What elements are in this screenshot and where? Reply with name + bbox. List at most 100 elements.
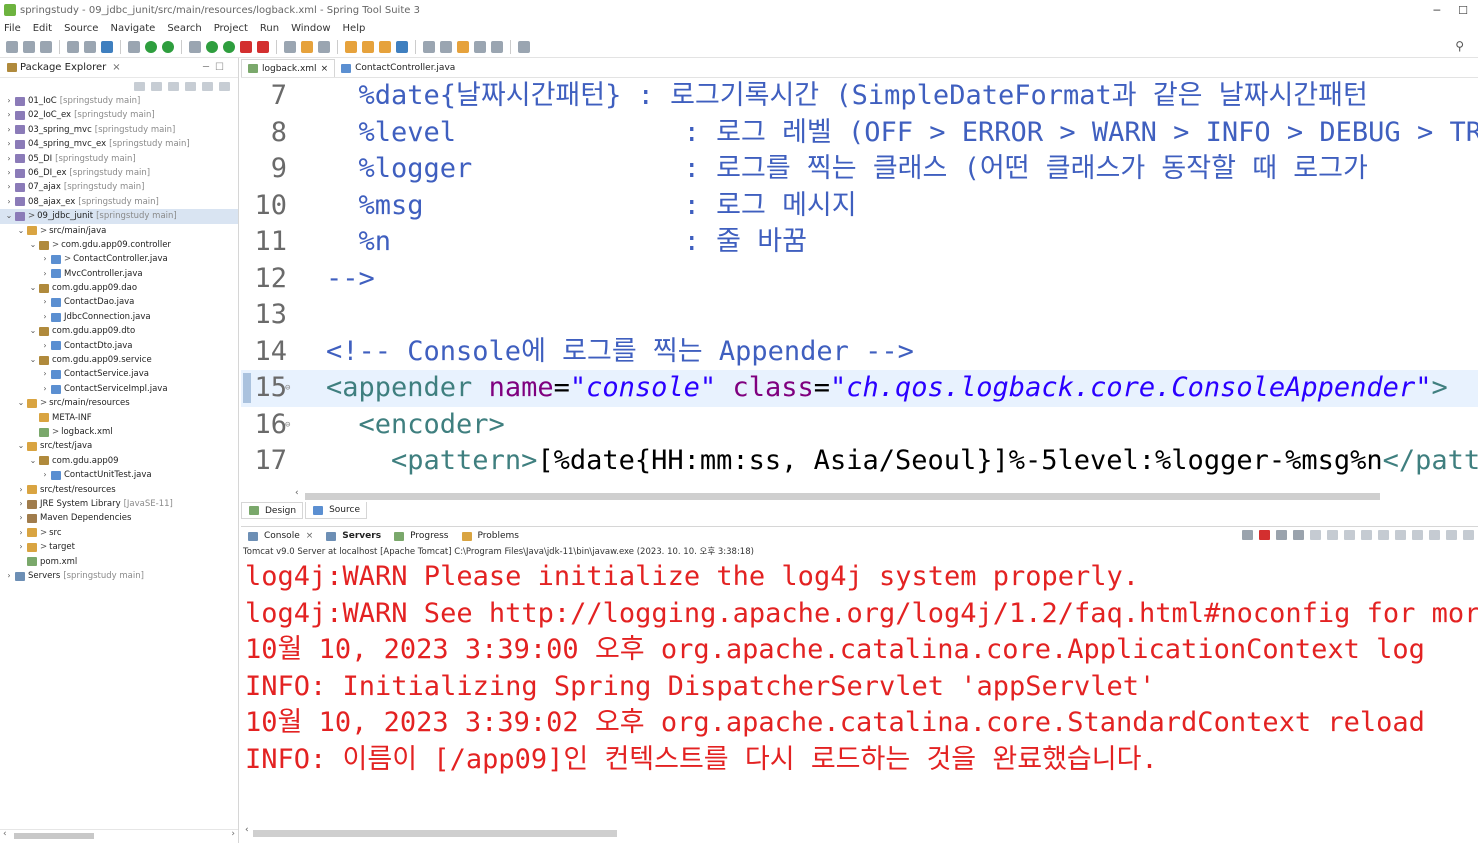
refresh-icon[interactable]	[162, 40, 174, 53]
tree-item[interactable]: › > target	[0, 540, 238, 554]
show-stderr-icon[interactable]	[1378, 530, 1389, 540]
back-icon[interactable]	[134, 81, 145, 91]
last-edit-icon[interactable]	[457, 40, 469, 53]
code-line[interactable]: 14 <!-- Console에 로그를 찍는 Appender -->	[241, 334, 1478, 371]
maximize-icon[interactable]	[1463, 530, 1474, 540]
tree-item[interactable]: META-INF	[0, 411, 238, 425]
chevron-down-icon[interactable]: ⌄	[16, 396, 26, 410]
close-icon[interactable]: ×	[321, 64, 329, 74]
fold-toggle-icon[interactable]: ⊖	[285, 370, 290, 407]
skip-breakpoints-icon[interactable]	[128, 40, 140, 53]
tree-item[interactable]: › 03_spring_mvc [springstudy main]	[0, 123, 238, 137]
chevron-down-icon[interactable]: ⌄	[28, 324, 38, 338]
tree-item[interactable]: > logback.xml	[0, 425, 238, 439]
menu-help[interactable]: Help	[343, 23, 366, 34]
tree-item[interactable]: › Servers [springstudy main]	[0, 569, 238, 583]
code-line[interactable]: 7 %date{날짜시간패턴} : 로그기록시간 (SimpleDateForm…	[241, 78, 1478, 115]
view-menu-icon[interactable]	[219, 81, 230, 91]
chevron-right-icon[interactable]: ›	[40, 267, 50, 281]
chevron-right-icon[interactable]: ›	[4, 152, 14, 166]
search-icon[interactable]: ⚲	[1455, 39, 1464, 53]
tree-item[interactable]: › MvcController.java	[0, 267, 238, 281]
tree-item[interactable]: › ContactServiceImpl.java	[0, 382, 238, 396]
console-output[interactable]: log4j:WARN Please initialize the log4j s…	[241, 559, 1478, 779]
scroll-lock-icon[interactable]	[1327, 530, 1338, 540]
new-server-icon[interactable]	[284, 40, 296, 53]
tree-item[interactable]: ⌄ com.gdu.app09.dao	[0, 281, 238, 295]
open-console-icon[interactable]	[1429, 530, 1440, 540]
tree-item[interactable]: › > ContactController.java	[0, 252, 238, 266]
remove-all-icon[interactable]	[1293, 530, 1304, 540]
view-minmax-icons[interactable]: ─☐	[203, 62, 230, 73]
editor-scrollbar[interactable]: ‹	[293, 488, 1478, 501]
chevron-right-icon[interactable]: ›	[40, 468, 50, 482]
menu-project[interactable]: Project	[214, 23, 248, 34]
minimize-icon[interactable]	[1446, 530, 1457, 540]
chevron-right-icon[interactable]: ›	[4, 137, 14, 151]
chevron-right-icon[interactable]: ›	[16, 497, 26, 511]
chevron-right-icon[interactable]: ›	[16, 511, 26, 525]
tree-item[interactable]: ⌄ > com.gdu.app09.controller	[0, 238, 238, 252]
save-all-icon[interactable]	[40, 40, 52, 53]
tree-item[interactable]: › 06_DI_ex [springstudy main]	[0, 166, 238, 180]
code-line[interactable]: 17 <pattern>[%date{HH:mm:ss, Asia/Seoul}…	[241, 443, 1478, 480]
back-icon[interactable]	[474, 40, 486, 53]
tab-source[interactable]: Source	[305, 502, 367, 519]
chevron-right-icon[interactable]: ›	[4, 195, 14, 209]
new-package-icon[interactable]	[318, 40, 330, 53]
save-icon[interactable]	[23, 40, 35, 53]
tab-logback-xml[interactable]: logback.xml ×	[241, 59, 336, 77]
code-line[interactable]: 10 %msg : 로그 메시지	[241, 188, 1478, 225]
scroll-thumb[interactable]	[253, 830, 617, 837]
settings-icon[interactable]	[189, 40, 201, 53]
tree-item[interactable]: › 01_IoC [springstudy main]	[0, 94, 238, 108]
chevron-right-icon[interactable]: ›	[4, 569, 14, 583]
scroll-left-icon[interactable]: ‹	[245, 825, 249, 835]
chevron-right-icon[interactable]: ›	[4, 123, 14, 137]
terminal-icon[interactable]	[101, 40, 113, 53]
link-editor-icon[interactable]	[185, 81, 196, 91]
tree-item[interactable]: ⌄ com.gdu.app09.dto	[0, 324, 238, 338]
chevron-right-icon[interactable]: ›	[4, 94, 14, 108]
chevron-right-icon[interactable]: ›	[16, 540, 26, 554]
tree-item[interactable]: › ContactUnitTest.java	[0, 468, 238, 482]
code-editor[interactable]: 7 %date{날짜시간패턴} : 로그기록시간 (SimpleDateForm…	[241, 78, 1478, 490]
tree-item[interactable]: › 07_ajax [springstudy main]	[0, 180, 238, 194]
filter-icon[interactable]	[202, 81, 213, 91]
display-console-icon[interactable]	[1412, 530, 1423, 540]
scroll-left-icon[interactable]: ‹	[295, 488, 299, 498]
scroll-left-icon[interactable]: ‹	[3, 829, 7, 839]
code-line[interactable]: 9 %logger : 로그를 찍는 클래스 (어떤 클래스가 동작할 때 로그…	[241, 151, 1478, 188]
run-icon[interactable]	[206, 40, 218, 53]
code-line[interactable]: 11 %n : 줄 바꿈	[241, 224, 1478, 261]
chevron-right-icon[interactable]: ›	[4, 108, 14, 122]
scroll-thumb[interactable]	[305, 493, 1380, 500]
tree-item[interactable]: ⌄ com.gdu.app09.service	[0, 353, 238, 367]
coverage-icon[interactable]	[257, 40, 269, 53]
previous-annotation-icon[interactable]	[440, 40, 452, 53]
chevron-right-icon[interactable]: ›	[40, 382, 50, 396]
menu-file[interactable]: File	[4, 23, 21, 34]
menu-edit[interactable]: Edit	[33, 23, 52, 34]
open-folder-icon[interactable]	[345, 40, 357, 53]
explorer-scrollbar[interactable]: ‹ ›	[0, 829, 238, 841]
open-type-icon[interactable]	[301, 40, 313, 53]
menu-run[interactable]: Run	[260, 23, 279, 34]
tab-problems[interactable]: Problems	[461, 531, 519, 541]
forward-icon[interactable]	[491, 40, 503, 53]
minimize-button[interactable]: ─	[1434, 4, 1441, 17]
close-icon[interactable]: ×	[306, 531, 314, 541]
tree-item[interactable]: › 08_ajax_ex [springstudy main]	[0, 195, 238, 209]
chevron-down-icon[interactable]: ⌄	[16, 439, 26, 453]
chevron-right-icon[interactable]: ›	[16, 483, 26, 497]
console-scrollbar[interactable]: ‹	[241, 825, 1478, 839]
clear-console-icon[interactable]	[1310, 530, 1321, 540]
menu-search[interactable]: Search	[167, 23, 201, 34]
scroll-right-icon[interactable]: ›	[231, 829, 235, 839]
forward-icon[interactable]	[151, 81, 162, 91]
close-icon[interactable]: ×	[112, 62, 120, 73]
tree-item[interactable]: ⌄ >09_jdbc_junit [springstudy main]	[0, 209, 238, 224]
code-line[interactable]: 12 -->	[241, 261, 1478, 298]
chevron-down-icon[interactable]: ⌄	[28, 454, 38, 468]
chevron-down-icon[interactable]: ⌄	[28, 281, 38, 295]
